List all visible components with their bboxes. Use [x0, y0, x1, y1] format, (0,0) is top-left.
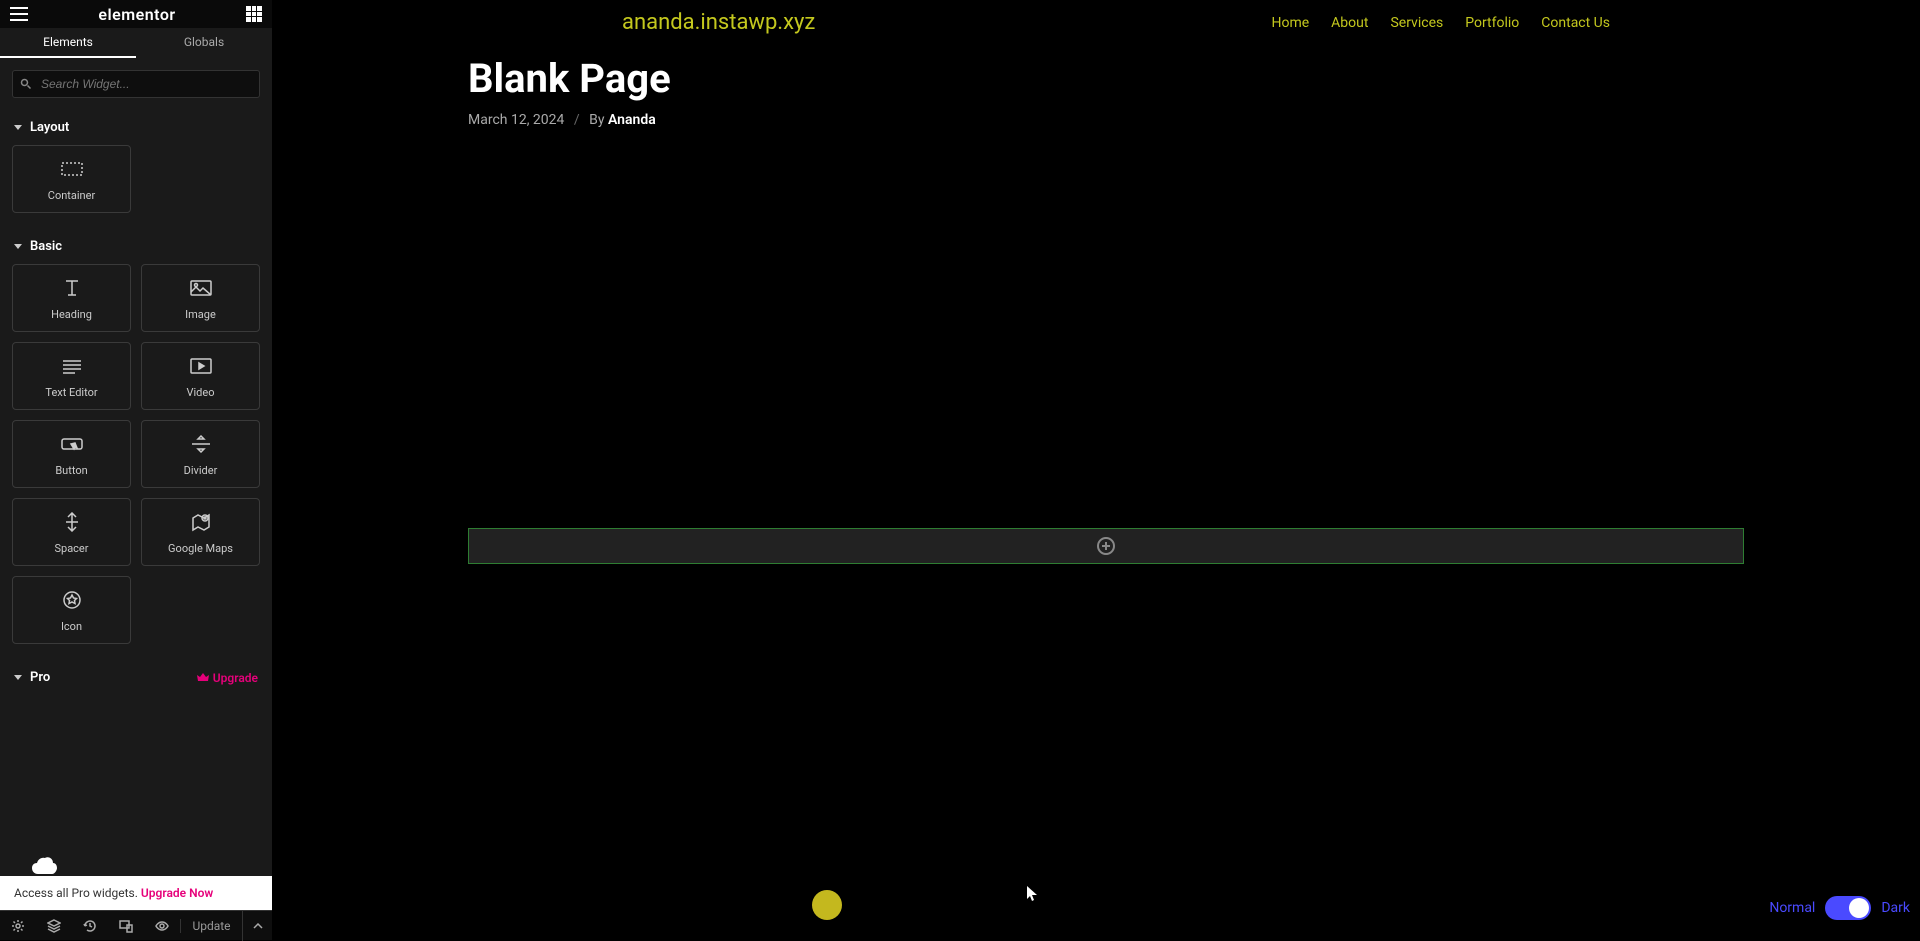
caret-down-icon — [14, 125, 22, 130]
widgets-panel: Layout Container Basic — [0, 110, 272, 876]
responsive-icon — [119, 919, 133, 933]
bottom-bar: Update — [0, 910, 272, 940]
sidebar-header: elementor — [0, 0, 272, 28]
container-icon — [60, 157, 84, 181]
star-icon — [60, 588, 84, 612]
canvas: ananda.instawp.xyz Home About Services P… — [272, 0, 1920, 940]
category-layout-header[interactable]: Layout — [0, 110, 272, 145]
eye-icon — [155, 919, 169, 933]
add-section-area[interactable] — [468, 528, 1744, 564]
search-input[interactable] — [12, 70, 260, 98]
settings-button[interactable] — [0, 911, 36, 941]
post-author[interactable]: Ananda — [608, 112, 656, 128]
publish-options-button[interactable] — [242, 911, 272, 941]
search-icon — [20, 78, 32, 90]
history-button[interactable] — [72, 911, 108, 941]
sidebar: elementor Elements Globals Layout Conta — [0, 0, 272, 940]
highlight-marker — [812, 890, 842, 920]
nav-home[interactable]: Home — [1271, 15, 1309, 31]
category-basic-header[interactable]: Basic — [0, 229, 272, 264]
category-pro-header[interactable]: Pro Upgrade — [0, 660, 272, 695]
category-layout: Layout Container — [0, 110, 272, 229]
upgrade-now-link[interactable]: Upgrade Now — [141, 886, 213, 900]
google-maps-icon — [189, 510, 213, 534]
widget-text-editor[interactable]: Text Editor — [12, 342, 131, 410]
apps-grid-icon[interactable] — [246, 6, 262, 22]
upgrade-link[interactable]: Upgrade — [197, 671, 258, 685]
search-wrap — [0, 58, 272, 110]
nav-portfolio[interactable]: Portfolio — [1465, 15, 1519, 31]
category-basic: Basic Heading Image — [0, 229, 272, 660]
post-date: March 12, 2024 — [468, 112, 564, 128]
heading-icon — [60, 276, 84, 300]
caret-down-icon — [14, 244, 22, 249]
mode-dark-label: Dark — [1881, 900, 1910, 916]
widget-heading[interactable]: Heading — [12, 264, 131, 332]
cursor-icon — [1027, 886, 1039, 902]
update-button[interactable]: Update — [180, 919, 242, 933]
page-content: Blank Page March 12, 2024 / By Ananda — [272, 45, 1920, 138]
tab-globals[interactable]: Globals — [136, 28, 272, 58]
chevron-up-icon — [253, 923, 263, 929]
widget-video[interactable]: Video — [141, 342, 260, 410]
text-editor-icon — [60, 354, 84, 378]
pro-banner: Access all Pro widgets. Upgrade Now — [0, 876, 272, 910]
page-title: Blank Page — [468, 55, 1724, 102]
preview-button[interactable] — [144, 911, 180, 941]
post-meta: March 12, 2024 / By Ananda — [468, 112, 1724, 128]
mode-normal-label: Normal — [1769, 900, 1815, 916]
navigator-button[interactable] — [36, 911, 72, 941]
site-header: ananda.instawp.xyz Home About Services P… — [272, 0, 1920, 45]
main-nav: Home About Services Portfolio Contact Us — [1271, 15, 1610, 31]
by-label: By — [589, 112, 608, 128]
crown-icon — [197, 673, 209, 683]
meta-separator: / — [574, 112, 580, 128]
hamburger-menu-icon[interactable] — [10, 7, 28, 21]
spacer-icon — [60, 510, 84, 534]
site-title[interactable]: ananda.instawp.xyz — [622, 10, 815, 35]
elementor-logo: elementor — [98, 5, 175, 24]
gear-icon — [11, 919, 25, 933]
nav-about[interactable]: About — [1331, 15, 1368, 31]
divider-icon — [189, 432, 213, 456]
widget-image[interactable]: Image — [141, 264, 260, 332]
nav-contact[interactable]: Contact Us — [1541, 15, 1610, 31]
widget-button[interactable]: Button — [12, 420, 131, 488]
layers-icon — [47, 919, 61, 933]
responsive-button[interactable] — [108, 911, 144, 941]
button-icon — [60, 432, 84, 456]
tab-elements[interactable]: Elements — [0, 28, 136, 58]
add-icon — [1097, 537, 1115, 555]
nav-services[interactable]: Services — [1390, 15, 1443, 31]
video-icon — [189, 354, 213, 378]
panel-tabs: Elements Globals — [0, 28, 272, 58]
widget-google-maps[interactable]: Google Maps — [141, 498, 260, 566]
image-icon — [189, 276, 213, 300]
widget-container[interactable]: Container — [12, 145, 131, 213]
cloud-icon — [30, 856, 58, 876]
history-icon — [83, 919, 97, 933]
mode-toggle: Normal Dark — [1769, 896, 1910, 920]
dark-mode-toggle[interactable] — [1825, 896, 1871, 920]
caret-down-icon — [14, 675, 22, 680]
toggle-knob — [1849, 898, 1869, 918]
widget-spacer[interactable]: Spacer — [12, 498, 131, 566]
widget-icon[interactable]: Icon — [12, 576, 131, 644]
widget-divider[interactable]: Divider — [141, 420, 260, 488]
